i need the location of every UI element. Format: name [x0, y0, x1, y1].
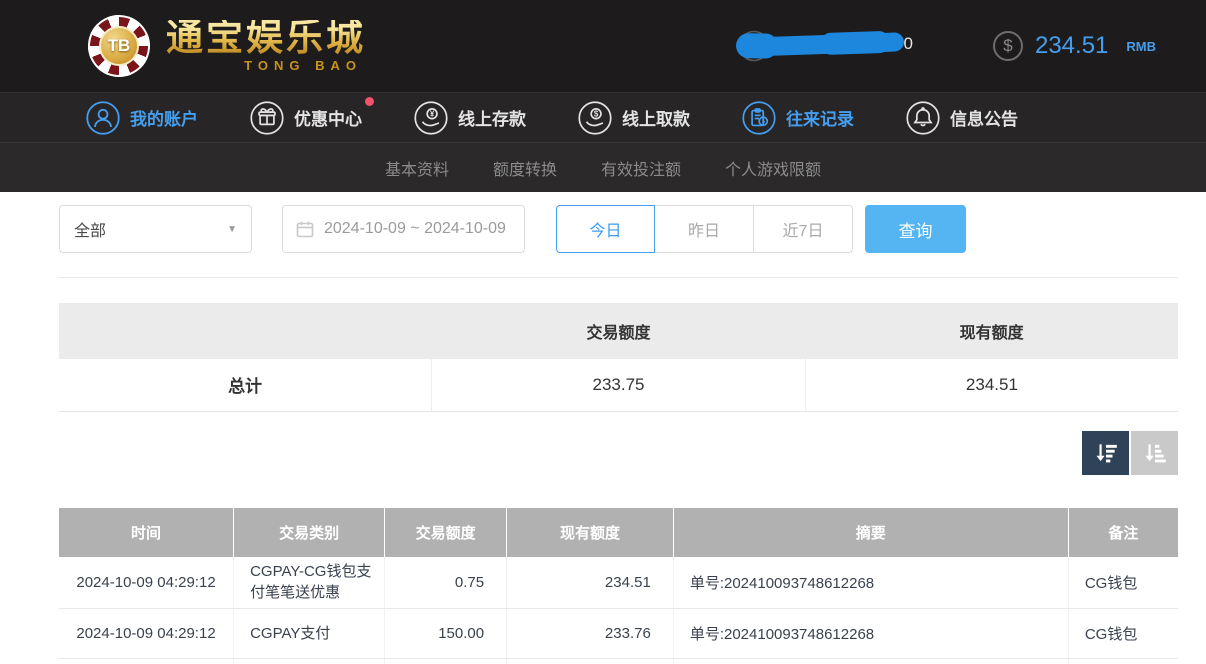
svg-text:¥: ¥ [430, 109, 435, 118]
summary-total-label: 总计 [59, 359, 432, 412]
yesterday-button[interactable]: 昨日 [655, 205, 754, 253]
col-header-balance: 现有额度 [506, 507, 674, 557]
sort-descending-button[interactable] [1082, 430, 1129, 475]
nav-item-promotions[interactable]: 优惠中心 [250, 96, 374, 135]
cell-time: 2024-10-09 04:29:12 [59, 608, 234, 659]
subnav-item-basic-info[interactable]: 基本资料 [385, 156, 449, 180]
records-icon [742, 100, 776, 135]
nav-label: 优惠中心 [294, 110, 362, 129]
main-navigation: 我的账户 优惠中心 ¥ 线上存款 $ 线上取款 往来记录 信息公告 [0, 92, 1206, 142]
nav-label: 线上存款 [458, 110, 526, 129]
nav-label: 我的账户 [130, 110, 198, 129]
username-display[interactable]: 0 [738, 26, 923, 66]
sort-ascending-button[interactable] [1131, 430, 1178, 475]
transaction-type-select[interactable]: 全部 ▼ [59, 205, 252, 253]
col-header-summary: 摘要 [672, 507, 1069, 557]
nav-item-deposit[interactable]: ¥ 线上存款 [414, 100, 526, 135]
summary-transaction-total: 233.75 [431, 359, 806, 412]
poker-chip-logo-icon: TB [88, 15, 150, 77]
nav-label: 线上取款 [622, 110, 690, 129]
summary-table: 交易额度 现有额度 总计 233.75 234.51 [59, 303, 1178, 412]
cell-amount: 0.75 [384, 556, 507, 609]
cell-empty [506, 658, 674, 664]
cell-empty [384, 658, 507, 664]
nav-label: 往来记录 [786, 110, 854, 129]
balance-display: $ 234.51 RMB [992, 31, 1156, 61]
transactions-table: 时间 交易类别 交易额度 现有额度 摘要 备注 2024-10-09 04:29… [59, 507, 1178, 664]
nav-item-my-account[interactable]: 我的账户 [86, 100, 198, 135]
site-title: 通宝娱乐城 [166, 18, 366, 59]
summary-total-row: 总计 233.75 234.51 [59, 359, 1178, 412]
redaction-scribble [743, 32, 905, 57]
cell-time: 2024-10-09 04:29:12 [59, 556, 234, 609]
records-page-content: 全部 ▼ 2024-10-09 ~ 2024-10-09 今日 昨日 近7日 查… [59, 205, 1178, 664]
subnav-item-credit-transfer[interactable]: 额度转换 [493, 156, 557, 180]
table-row: 2024-10-09 04:29:12 CGPAY-CG钱包支付笔笔送优惠 0.… [59, 556, 1178, 609]
col-header-amount: 交易额度 [384, 507, 507, 557]
today-button[interactable]: 今日 [556, 205, 655, 253]
balance-amount: 234.51 [1034, 32, 1109, 59]
quick-range-button-group: 今日 昨日 近7日 [556, 205, 853, 253]
cell-summary: 单号:202410093748612268 [672, 608, 1069, 659]
cell-empty [59, 658, 234, 664]
gift-icon [250, 100, 284, 135]
cell-amount: 150.00 [384, 608, 507, 659]
withdraw-icon: $ [578, 100, 612, 135]
cell-balance: 233.76 [506, 608, 674, 659]
table-row [59, 658, 1178, 664]
last7days-button[interactable]: 近7日 [754, 205, 853, 253]
subnav-item-game-limits[interactable]: 个人游戏限额 [725, 156, 821, 180]
cell-note: CG钱包 [1067, 608, 1178, 659]
selected-type-value: 全部 [74, 223, 107, 240]
col-header-time: 时间 [59, 507, 234, 557]
site-title-latin: TONG BAO [244, 58, 362, 73]
cell-type: CGPAY支付 [233, 608, 385, 659]
user-icon [86, 100, 120, 135]
nav-item-withdraw[interactable]: $ 线上取款 [578, 100, 690, 135]
cell-type: CGPAY-CG钱包支付笔笔送优惠 [233, 556, 385, 609]
nav-label: 信息公告 [950, 110, 1018, 129]
section-divider [59, 277, 1178, 278]
chevron-down-icon: ▼ [227, 223, 237, 235]
chip-monogram: TB [99, 26, 139, 66]
subnav-item-valid-bets[interactable]: 有效投注额 [601, 156, 681, 180]
bell-icon [906, 100, 940, 135]
balance-currency: RMB [1126, 38, 1156, 54]
col-header-note: 备注 [1067, 507, 1178, 557]
notification-dot-badge [365, 96, 374, 106]
sort-amount-asc-icon [1142, 440, 1168, 466]
transactions-header-row: 时间 交易类别 交易额度 现有额度 摘要 备注 [59, 507, 1178, 557]
dollar-circle-icon: $ [992, 31, 1023, 61]
cell-empty [672, 658, 1069, 664]
cell-empty [233, 658, 385, 664]
filter-bar: 全部 ▼ 2024-10-09 ~ 2024-10-09 今日 昨日 近7日 查… [59, 205, 1178, 253]
summary-header-empty [59, 303, 432, 359]
cell-summary: 单号:202410093748612268 [672, 556, 1069, 609]
nav-item-announcements[interactable]: 信息公告 [906, 100, 1018, 135]
col-header-type: 交易类别 [233, 507, 385, 557]
account-sub-navigation: 基本资料 额度转换 有效投注额 个人游戏限额 [0, 142, 1206, 192]
date-range-value: 2024-10-09 ~ 2024-10-09 [324, 220, 506, 237]
deposit-icon: ¥ [414, 100, 448, 135]
calendar-icon [295, 219, 315, 239]
cell-empty [1067, 658, 1178, 664]
site-logo[interactable]: TB 通宝娱乐城 TONG BAO [88, 15, 366, 77]
svg-text:$: $ [594, 109, 599, 118]
date-range-input[interactable]: 2024-10-09 ~ 2024-10-09 [282, 205, 525, 253]
table-row: 2024-10-09 04:29:12 CGPAY支付 150.00 233.7… [59, 608, 1178, 659]
nav-item-records[interactable]: 往来记录 [742, 100, 854, 135]
top-banner: TB 通宝娱乐城 TONG BAO 0 $ 234.51 RMB [0, 0, 1206, 92]
sort-controls [59, 430, 1178, 475]
summary-header-current: 现有额度 [805, 303, 1178, 359]
sort-amount-desc-icon [1093, 440, 1119, 466]
cell-note: CG钱包 [1067, 556, 1178, 609]
summary-header-transaction: 交易额度 [431, 303, 806, 359]
query-button[interactable]: 查询 [865, 205, 966, 253]
cell-balance: 234.51 [506, 556, 674, 609]
summary-current-total: 234.51 [804, 359, 1178, 412]
username-visible-fragment: 0 [903, 34, 913, 53]
